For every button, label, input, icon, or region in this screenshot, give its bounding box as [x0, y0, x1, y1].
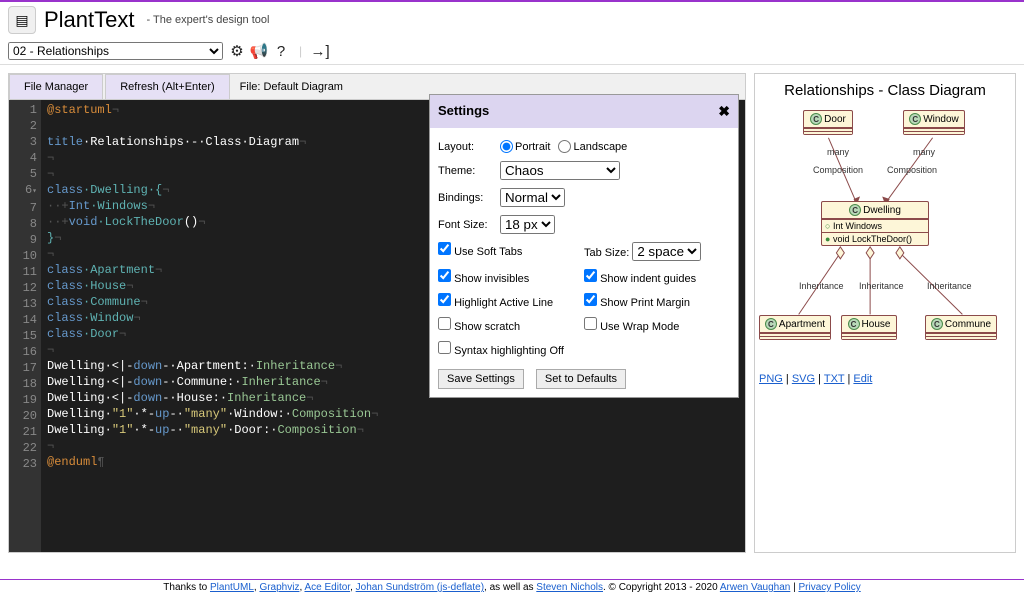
line-gutter: 123456▾7891011121314151617181920212223: [9, 100, 41, 552]
txt-link[interactable]: TXT: [824, 373, 845, 385]
preview-panel: Relationships - Class Diagram CDoor CWin…: [754, 73, 1016, 553]
toolbar: 02 - Relationships ⚙ 📢 ? | →]: [0, 38, 1024, 65]
class-apartment: CApartment: [759, 315, 831, 340]
sample-dropdown[interactable]: 02 - Relationships: [8, 42, 223, 60]
bindings-select[interactable]: Normal: [500, 188, 565, 207]
edit-link[interactable]: Edit: [853, 373, 872, 385]
settings-panel: Settings ✖ Layout: Portrait Landscape Th…: [429, 94, 739, 398]
layout-label: Layout:: [438, 141, 500, 153]
steven-link[interactable]: Steven Nichols: [536, 582, 603, 593]
landscape-radio[interactable]: [558, 140, 571, 153]
header-bar: ▤ PlantText - The expert's design tool: [0, 2, 1024, 38]
fontsize-select[interactable]: 18 px: [500, 215, 555, 234]
help-icon[interactable]: ?: [273, 43, 289, 59]
wrapmode-check[interactable]: [584, 317, 597, 330]
printmargin-check[interactable]: [584, 293, 597, 306]
settings-icon[interactable]: ⚙: [229, 43, 245, 59]
graphviz-link[interactable]: Graphviz: [259, 582, 299, 593]
softtabs-check[interactable]: [438, 242, 451, 255]
announce-icon[interactable]: 📢: [251, 43, 267, 59]
theme-select[interactable]: Chaos: [500, 161, 620, 180]
app-logo: ▤: [8, 6, 36, 34]
class-dwelling: CDwelling ○ Int Windows ● void LockTheDo…: [821, 201, 929, 246]
bindings-label: Bindings:: [438, 192, 500, 204]
export-links: PNG | SVG | TXT | Edit: [759, 373, 1011, 385]
class-door: CDoor: [803, 110, 853, 135]
tabsize-select[interactable]: 2 space: [632, 242, 701, 261]
arwen-link[interactable]: Arwen Vaughan: [720, 582, 790, 593]
footer: Thanks to PlantUML, Graphviz, Ace Editor…: [0, 579, 1024, 595]
file-manager-tab[interactable]: File Manager: [9, 74, 103, 99]
theme-label: Theme:: [438, 165, 500, 177]
diagram-output: CDoor CWindow many many Composition Comp…: [759, 105, 1011, 365]
johan-link[interactable]: Johan Sundström (js-deflate): [356, 582, 484, 593]
app-title: PlantText: [44, 7, 135, 33]
logout-icon[interactable]: →]: [312, 43, 328, 59]
settings-title: Settings: [438, 103, 489, 120]
main-area: File Manager Refresh (Alt+Enter) File: D…: [0, 65, 1024, 561]
editor-panel: File Manager Refresh (Alt+Enter) File: D…: [8, 73, 746, 553]
plantuml-link[interactable]: PlantUML: [210, 582, 254, 593]
toolbar-separator: |: [299, 44, 302, 58]
class-commune: CCommune: [925, 315, 997, 340]
settings-header: Settings ✖: [430, 95, 738, 128]
fontsize-label: Font Size:: [438, 219, 500, 231]
class-window: CWindow: [903, 110, 965, 135]
save-settings-button[interactable]: Save Settings: [438, 369, 524, 389]
png-link[interactable]: PNG: [759, 373, 783, 385]
set-defaults-button[interactable]: Set to Defaults: [536, 369, 626, 389]
class-house: CHouse: [841, 315, 897, 340]
highlightline-check[interactable]: [438, 293, 451, 306]
portrait-radio[interactable]: [500, 140, 513, 153]
privacy-link[interactable]: Privacy Policy: [798, 582, 860, 593]
diagram-title: Relationships - Class Diagram: [759, 82, 1011, 99]
file-label: File: Default Diagram: [232, 81, 343, 93]
invisibles-check[interactable]: [438, 269, 451, 282]
svg-link[interactable]: SVG: [792, 373, 815, 385]
ace-link[interactable]: Ace Editor: [304, 582, 350, 593]
syntaxoff-check[interactable]: [438, 341, 451, 354]
close-icon[interactable]: ✖: [718, 103, 730, 120]
refresh-tab[interactable]: Refresh (Alt+Enter): [105, 74, 229, 99]
scratch-check[interactable]: [438, 317, 451, 330]
app-tagline: - The expert's design tool: [147, 14, 270, 26]
indentguides-check[interactable]: [584, 269, 597, 282]
